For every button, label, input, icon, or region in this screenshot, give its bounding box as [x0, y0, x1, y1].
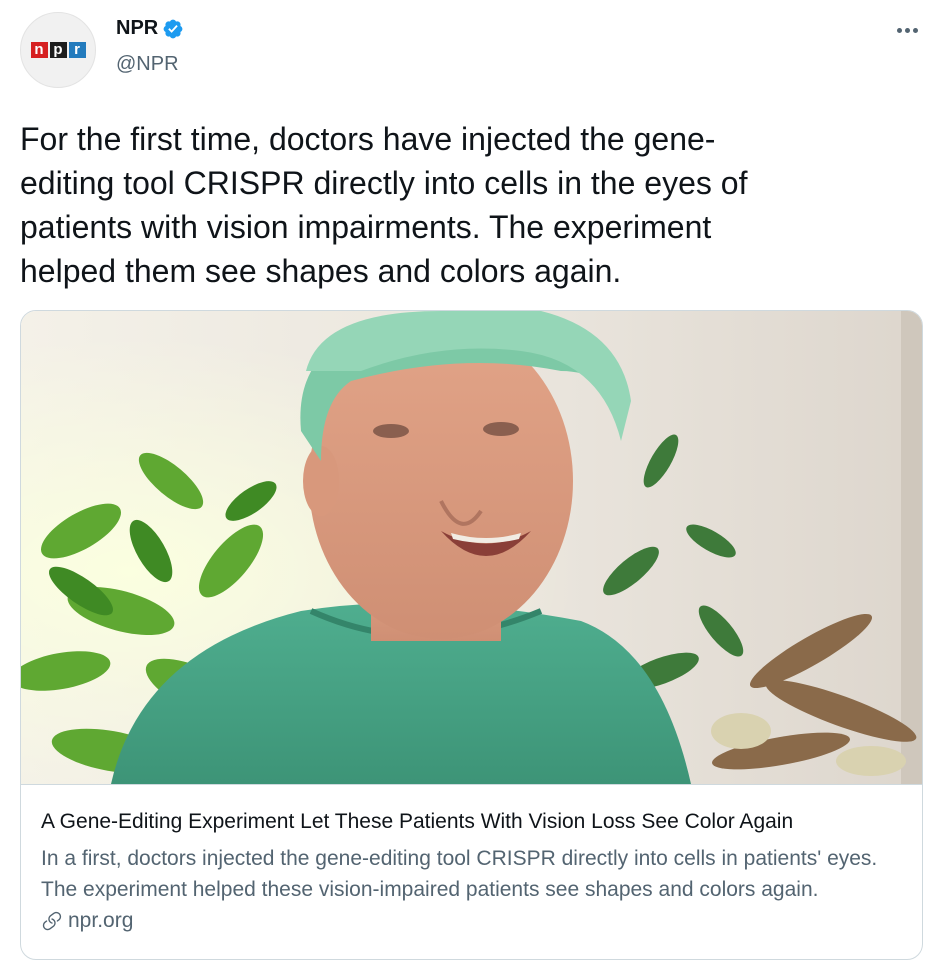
tweet-text: For the first time, doctors have injecte…	[20, 121, 748, 289]
author-name-row: NPR	[116, 17, 184, 40]
link-icon	[41, 910, 63, 932]
more-dot	[904, 27, 910, 33]
author-handle[interactable]: @NPR	[116, 53, 179, 76]
npr-logo-letter-n: n	[30, 42, 48, 58]
card-domain-row: npr.org	[41, 909, 133, 933]
npr-logo-letter-p: p	[49, 42, 67, 58]
card-domain[interactable]: npr.org	[68, 909, 133, 933]
article-photo	[21, 311, 922, 784]
more-dot	[912, 27, 918, 33]
card-description: In a first, doctors injected the gene-ed…	[41, 847, 878, 901]
card-divider	[21, 784, 922, 785]
author-display-name[interactable]: NPR	[116, 17, 158, 40]
avatar[interactable]: n p r	[20, 12, 96, 88]
card-title[interactable]: A Gene-Editing Experiment Let These Pati…	[41, 808, 911, 836]
more-options-icon[interactable]	[892, 18, 922, 42]
link-card[interactable]: A Gene-Editing Experiment Let These Pati…	[20, 310, 923, 960]
more-dot	[896, 27, 902, 33]
npr-logo-icon: n p r	[30, 42, 86, 58]
npr-logo-letter-r: r	[68, 42, 86, 58]
verified-badge-icon	[162, 18, 184, 40]
